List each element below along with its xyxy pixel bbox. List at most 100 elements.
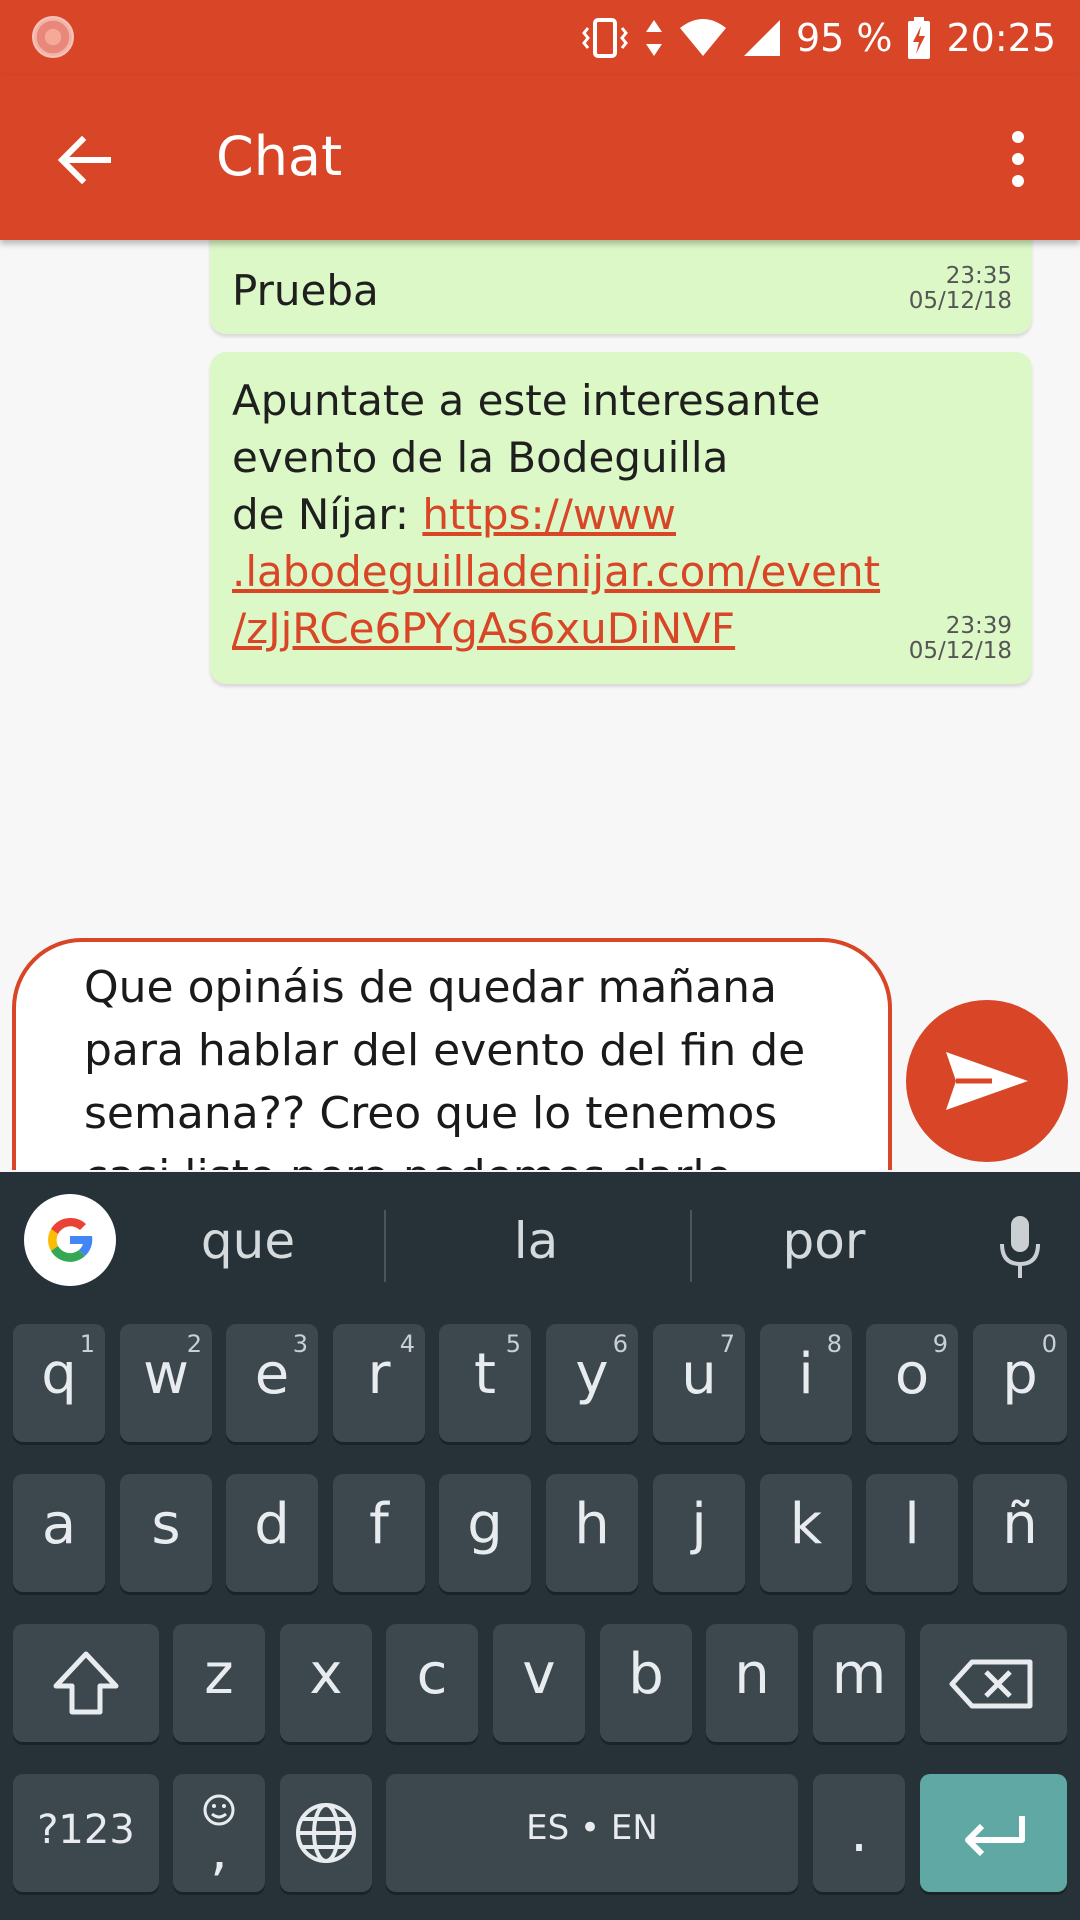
message-time: 23:39 xyxy=(945,613,1012,639)
shift-icon xyxy=(53,1651,119,1715)
battery-percent: 95 % xyxy=(795,16,893,60)
notification-app-icon xyxy=(32,16,74,58)
keyboard: que la por 1q 2w 3e 4r 5t 6y 7u 8i 9o 0p… xyxy=(0,1172,1080,1920)
key-u[interactable]: 7u xyxy=(653,1324,745,1442)
key-char: f xyxy=(369,1492,389,1557)
google-icon[interactable] xyxy=(24,1194,116,1286)
key-char: . xyxy=(850,1800,868,1865)
key-char: e xyxy=(254,1342,290,1407)
suggestion-item[interactable]: que xyxy=(128,1212,368,1270)
enter-key[interactable] xyxy=(920,1774,1067,1892)
key-h[interactable]: h xyxy=(546,1474,638,1592)
message-input[interactable]: Que opináis de quedar mañana para hablar… xyxy=(12,938,892,1170)
shift-key[interactable] xyxy=(13,1624,159,1742)
key-x[interactable]: x xyxy=(280,1624,372,1742)
message-text: Prueba xyxy=(232,266,379,315)
key-char: v xyxy=(522,1642,556,1707)
message-timestamp: 23:35 05/12/18 xyxy=(909,264,1012,314)
key-char: p xyxy=(1002,1342,1038,1407)
battery-charging-icon xyxy=(908,17,931,59)
key-r[interactable]: 4r xyxy=(333,1324,425,1442)
microphone-icon[interactable] xyxy=(990,1212,1050,1282)
event-link[interactable]: .labodeguilladenijar.com/event xyxy=(232,543,912,600)
space-key[interactable]: ES • EN xyxy=(386,1774,798,1892)
key-t[interactable]: 5t xyxy=(439,1324,531,1442)
key-char: o xyxy=(894,1342,930,1407)
key-c[interactable]: c xyxy=(386,1624,478,1742)
clock: 20:25 xyxy=(946,16,1056,60)
data-arrows-icon xyxy=(645,20,662,56)
key-n-tilde[interactable]: ñ xyxy=(973,1474,1067,1592)
key-p[interactable]: 0p xyxy=(973,1324,1067,1442)
key-n[interactable]: n xyxy=(706,1624,798,1742)
send-button[interactable] xyxy=(906,1000,1068,1162)
suggestion-item[interactable]: por xyxy=(704,1212,944,1270)
message-line: Apuntate a este interesante xyxy=(232,376,821,425)
key-e[interactable]: 3e xyxy=(226,1324,318,1442)
key-char: n xyxy=(734,1642,770,1707)
key-char: w xyxy=(143,1342,189,1407)
key-char: z xyxy=(204,1642,234,1707)
key-w[interactable]: 2w xyxy=(120,1324,212,1442)
backspace-icon xyxy=(949,1659,1033,1709)
message-input-text[interactable]: Que opináis de quedar mañana para hablar… xyxy=(84,956,844,1170)
space-label: ES • EN xyxy=(526,1808,658,1848)
more-options-icon[interactable] xyxy=(996,127,1040,191)
key-l[interactable]: l xyxy=(866,1474,958,1592)
key-char: h xyxy=(574,1492,610,1557)
emoji-comma-key[interactable]: , xyxy=(173,1774,265,1892)
status-bar: 95 % 20:25 xyxy=(0,0,1080,75)
key-char: k xyxy=(789,1492,823,1557)
key-d[interactable]: d xyxy=(226,1474,318,1592)
google-g-icon xyxy=(48,1217,93,1262)
suggestion-divider xyxy=(384,1210,386,1282)
key-m[interactable]: m xyxy=(813,1624,905,1742)
symbols-key[interactable]: ?123 xyxy=(13,1774,159,1892)
key-char: l xyxy=(904,1492,920,1557)
message-timestamp: 23:39 05/12/18 xyxy=(909,614,1012,664)
key-f[interactable]: f xyxy=(333,1474,425,1592)
key-char: t xyxy=(474,1342,496,1407)
key-j[interactable]: j xyxy=(653,1474,745,1592)
key-char: g xyxy=(467,1492,503,1557)
message-text: Apuntate a este interesante evento de la… xyxy=(232,372,912,657)
key-k[interactable]: k xyxy=(760,1474,852,1592)
back-arrow-icon[interactable] xyxy=(50,125,120,195)
suggestion-item[interactable]: la xyxy=(416,1212,656,1270)
key-char: c xyxy=(416,1642,448,1707)
message-bubble[interactable]: Prueba 23:35 05/12/18 xyxy=(210,240,1032,334)
key-char: , xyxy=(210,1818,228,1883)
key-char: q xyxy=(41,1342,77,1407)
signal-icon xyxy=(743,20,780,56)
event-link[interactable]: https://www xyxy=(422,490,676,539)
key-q[interactable]: 1q xyxy=(13,1324,105,1442)
key-z[interactable]: z xyxy=(173,1624,265,1742)
key-s[interactable]: s xyxy=(120,1474,212,1592)
key-b[interactable]: b xyxy=(600,1624,692,1742)
message-date: 05/12/18 xyxy=(908,288,1012,314)
key-o[interactable]: 9o xyxy=(866,1324,958,1442)
key-char: s xyxy=(151,1492,181,1557)
suggestion-bar: que la por xyxy=(0,1172,1080,1312)
message-bubble[interactable]: Apuntate a este interesante evento de la… xyxy=(210,352,1032,684)
chat-area[interactable]: Prueba 23:35 05/12/18 Apuntate a este in… xyxy=(0,240,1080,1170)
key-char: ñ xyxy=(1002,1492,1038,1557)
language-key[interactable] xyxy=(280,1774,372,1892)
key-char: ?123 xyxy=(37,1807,135,1853)
key-y[interactable]: 6y xyxy=(546,1324,638,1442)
key-char: d xyxy=(254,1492,290,1557)
key-v[interactable]: v xyxy=(493,1624,585,1742)
key-char: a xyxy=(41,1492,77,1557)
event-link[interactable]: /zJjRCe6PYgAs6xuDiNVF xyxy=(232,600,912,657)
key-g[interactable]: g xyxy=(439,1474,531,1592)
backspace-key[interactable] xyxy=(920,1624,1067,1742)
key-i[interactable]: 8i xyxy=(760,1324,852,1442)
key-char: x xyxy=(309,1642,343,1707)
key-char: b xyxy=(628,1642,664,1707)
message-time: 23:35 xyxy=(945,263,1012,289)
key-char: m xyxy=(831,1642,887,1707)
message-line-prefix: de Níjar: xyxy=(232,490,423,539)
key-a[interactable]: a xyxy=(13,1474,105,1592)
wifi-icon xyxy=(679,19,726,56)
period-key[interactable]: . xyxy=(813,1774,905,1892)
